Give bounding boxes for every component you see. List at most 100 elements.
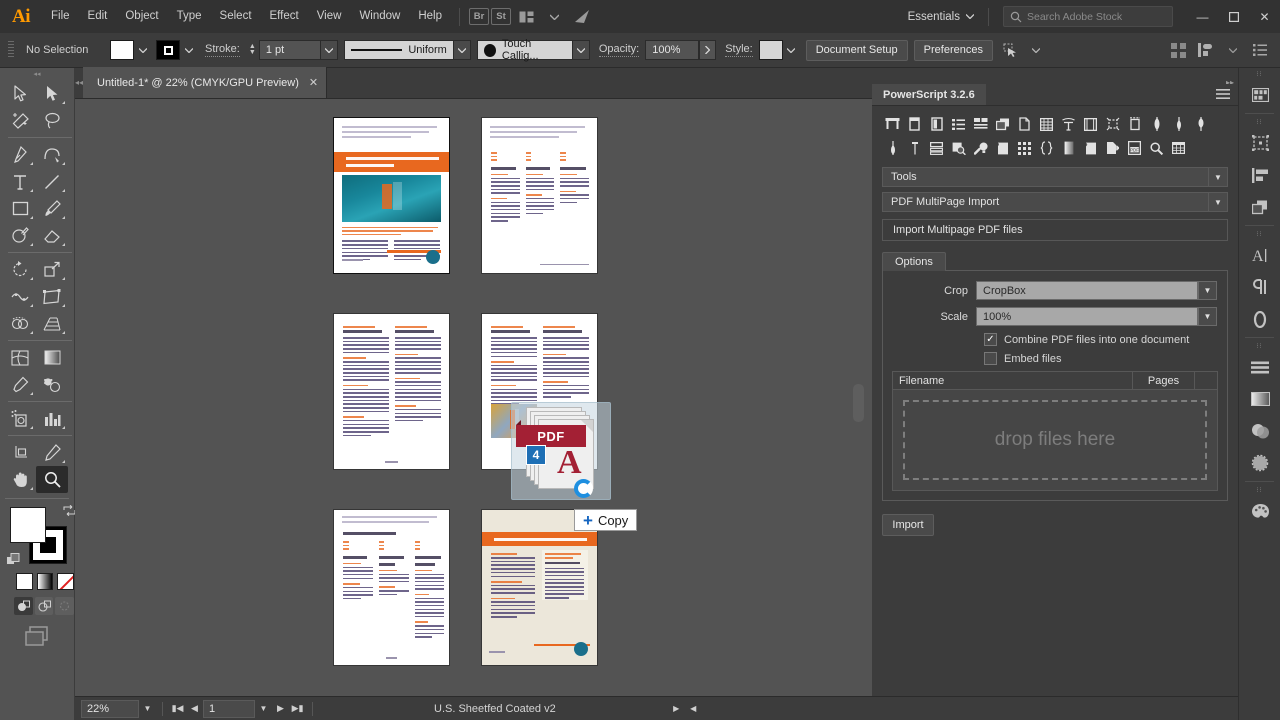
stroke-weight-field[interactable]: 1 pt (258, 40, 321, 60)
stroke-dropdown-icon[interactable] (180, 40, 197, 60)
cc-libraries-icon[interactable] (569, 6, 595, 28)
screen-mode-button[interactable] (0, 625, 74, 647)
column-filename[interactable]: Filename (893, 372, 1133, 389)
dock-pathfinder-icon[interactable] (1239, 191, 1280, 223)
perspective-grid-tool[interactable] (36, 310, 68, 337)
lasso-tool[interactable] (36, 107, 68, 134)
document-icon[interactable] (1014, 113, 1035, 135)
text-path-icon[interactable] (1058, 113, 1079, 135)
combine-pdf-checkbox[interactable]: ✓ (984, 333, 997, 346)
curvature-tool[interactable] (36, 141, 68, 168)
fill-swatch-large[interactable] (10, 507, 46, 543)
menu-type[interactable]: Type (168, 0, 211, 33)
column-graph-tool[interactable] (36, 405, 68, 432)
document-setup-button[interactable]: Document Setup (805, 39, 908, 61)
type-tool[interactable] (4, 168, 36, 195)
script-select[interactable]: PDF MultiPage Import ▼ (882, 192, 1228, 212)
export-icon[interactable] (1102, 137, 1123, 159)
control-bar-grip[interactable] (8, 41, 14, 59)
color-mode-solid[interactable] (16, 573, 33, 590)
stroke-weight-dropdown-icon[interactable] (320, 40, 338, 60)
ruler-mid-icon[interactable] (1168, 113, 1189, 135)
dock-glyphs-icon[interactable] (1239, 303, 1280, 335)
preferences-button[interactable]: Preferences (913, 39, 993, 61)
draw-inside-button[interactable] (55, 597, 75, 615)
import-button[interactable]: Import (882, 514, 934, 536)
slice-tool[interactable] (36, 439, 68, 466)
color-mode-gradient[interactable] (36, 573, 54, 590)
file-list[interactable]: Filename Pages drop files here (892, 371, 1218, 491)
default-fill-stroke-icon[interactable] (6, 553, 20, 565)
brush-dropdown-icon[interactable] (572, 40, 590, 60)
scale-tool[interactable] (36, 256, 68, 283)
combine-pdf-row[interactable]: ✓ Combine PDF files into one document (984, 333, 1218, 346)
menu-window[interactable]: Window (350, 0, 409, 33)
search-adobe-stock-field[interactable]: Search Adobe Stock (1003, 6, 1173, 27)
select-similar-icon[interactable] (999, 38, 1024, 62)
menu-view[interactable]: View (308, 0, 351, 33)
next-artboard-button[interactable]: ▶ (272, 703, 289, 714)
window-close-button[interactable]: ✕ (1249, 0, 1280, 33)
artboard-page-1[interactable] (333, 117, 450, 274)
pen-tool[interactable] (4, 141, 36, 168)
opacity-expand-icon[interactable] (699, 40, 717, 60)
hand-tool[interactable] (4, 466, 36, 493)
layout-icon[interactable] (970, 113, 991, 135)
file-dropzone[interactable]: drop files here (903, 400, 1207, 480)
graphic-style-swatch[interactable] (758, 40, 783, 60)
color-mode-none[interactable] (57, 573, 75, 590)
braces-icon[interactable] (1036, 137, 1057, 159)
shaper-tool[interactable] (4, 222, 36, 249)
previous-artboard-button[interactable]: ◀ (186, 703, 203, 714)
stock-icon[interactable]: St (491, 8, 511, 25)
mesh-tool[interactable] (4, 344, 36, 371)
menu-help[interactable]: Help (409, 0, 451, 33)
menu-select[interactable]: Select (211, 0, 261, 33)
dock-transparency-icon[interactable] (1239, 415, 1280, 447)
table-icon[interactable] (1036, 113, 1057, 135)
dock-grip-1[interactable]: ⁝⁝ (1239, 68, 1280, 79)
search-doc-icon[interactable] (948, 137, 969, 159)
dock-paragraph-icon[interactable] (1239, 271, 1280, 303)
line-segment-tool[interactable] (36, 168, 68, 195)
frame-icon[interactable] (1080, 113, 1101, 135)
bridge-icon[interactable]: Br (469, 8, 489, 25)
menu-file[interactable]: File (42, 0, 79, 33)
paintbrush-tool[interactable] (36, 195, 68, 222)
tools-panel-grip[interactable]: ◂◂ (0, 68, 74, 80)
dock-artboards-icon[interactable] (1239, 127, 1280, 159)
guide-icon[interactable] (882, 137, 903, 159)
pdf-icon[interactable]: PDF (1124, 137, 1145, 159)
style-dropdown-icon[interactable] (782, 40, 800, 60)
align-chevron-down-icon[interactable] (1220, 38, 1245, 62)
select-similar-chevron-down-icon[interactable] (1024, 38, 1049, 62)
selection-tool[interactable] (4, 80, 36, 107)
opacity-field[interactable]: 100% (645, 40, 700, 60)
brush-combo[interactable]: Touch Callig... (476, 38, 573, 62)
list-icon[interactable] (948, 113, 969, 135)
color-profile-label[interactable]: U.S. Sheetfed Coated v2 (434, 703, 556, 715)
book-icon[interactable] (992, 137, 1013, 159)
window-minimize-button[interactable]: — (1187, 0, 1218, 33)
rotate-tool[interactable] (4, 256, 36, 283)
dock-libraries-icon[interactable] (1239, 79, 1280, 111)
status-collapse-icon[interactable]: ◀ (685, 700, 702, 718)
panel-menu-icon[interactable] (1216, 89, 1230, 100)
stroke-profile-dropdown-icon[interactable] (453, 40, 471, 60)
dock-grip-3[interactable]: ⁝⁝ (1239, 228, 1280, 239)
status-expand-icon[interactable]: ▶ (668, 700, 685, 718)
dock-align-icon[interactable] (1239, 159, 1280, 191)
stroke-color-swatch[interactable] (156, 40, 180, 60)
dock-grip-2[interactable]: ⁝⁝ (1239, 116, 1280, 127)
page-icon[interactable] (904, 113, 925, 135)
artboard-chevron-down-icon[interactable]: ▼ (255, 700, 272, 718)
duplicate-icon[interactable] (992, 113, 1013, 135)
crop-marks-icon[interactable] (1102, 113, 1123, 135)
wrench-icon[interactable] (970, 137, 991, 159)
magnifier-icon[interactable] (1146, 137, 1167, 159)
dock-gradient-icon[interactable] (1239, 383, 1280, 415)
artboard-page-3[interactable] (334, 314, 449, 469)
document-tab-close-icon[interactable]: ✕ (309, 76, 318, 89)
script-category-select[interactable]: Tools ▼ (882, 167, 1228, 187)
artboard-tool[interactable] (4, 439, 36, 466)
